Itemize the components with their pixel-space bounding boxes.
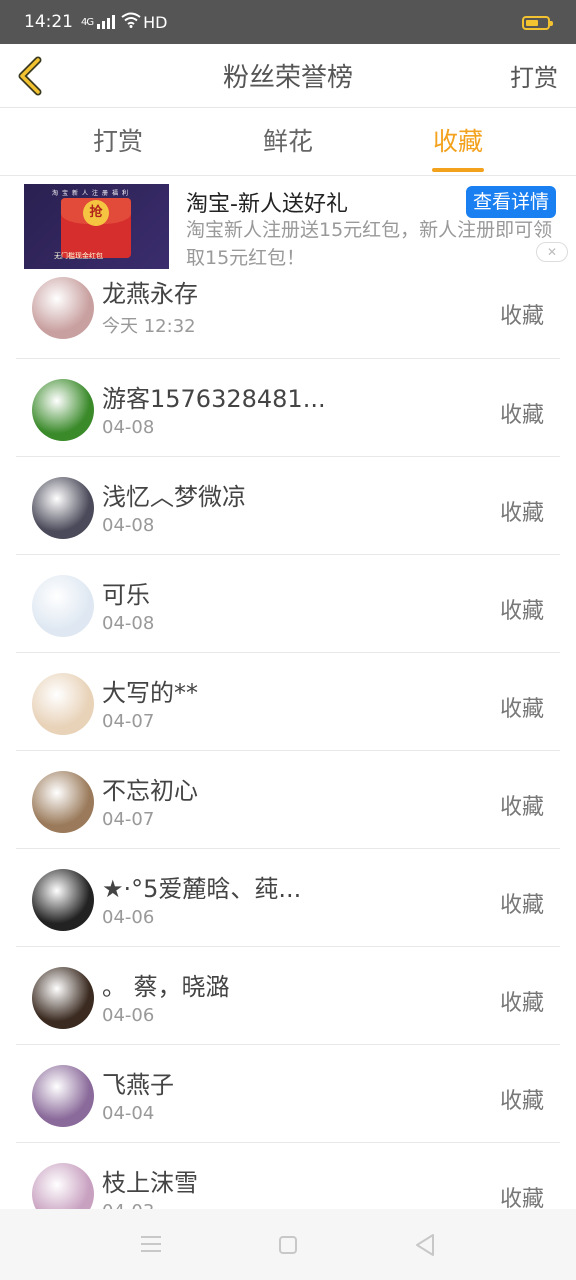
list-item[interactable]: 可乐 04-08 收藏 (16, 555, 560, 653)
user-name: 龙燕永存 (102, 280, 198, 308)
fans-list: 龙燕永存 今天 12:32 收藏 游客1576328481... 04-08 收藏 浅忆︿梦… (0, 272, 576, 1241)
tab-flowers[interactable]: 鲜花 (203, 108, 373, 175)
ad-description[interactable]: 淘宝新人注册送15元红包，新人注册即可领取15元红包！ (186, 216, 566, 272)
action-label: 收藏 (499, 501, 544, 526)
hd-indicator: HD (143, 12, 168, 32)
reward-button[interactable]: 打赏 (510, 58, 558, 93)
date: 04-06 (102, 907, 155, 928)
list-item[interactable]: 飞燕子 04-04 收藏 (16, 1045, 560, 1143)
date: 04-04 (102, 1103, 155, 1124)
date: 今天 12:32 (102, 316, 196, 337)
avatar[interactable] (32, 277, 94, 339)
menu-icon[interactable] (141, 1236, 161, 1252)
avatar[interactable] (32, 869, 94, 931)
list-item[interactable]: 龙燕永存今天 12:32 收藏 (16, 272, 560, 359)
ad-image-coin: 抢 (83, 200, 109, 226)
date: 04-07 (102, 711, 155, 732)
network-type: 4G (81, 16, 94, 28)
avatar[interactable] (32, 967, 94, 1029)
user-name: 飞燕子 (102, 1071, 174, 1099)
ad-banner[interactable]: 淘宝新人注册福利 抢 无门槛现金红包 淘宝-新人送好礼 淘宝新人注册送15元红包… (0, 176, 576, 272)
title-bar: 粉丝荣誉榜 打赏 (0, 44, 576, 108)
battery-icon (522, 16, 553, 30)
page-title: 粉丝荣誉榜 (222, 63, 353, 93)
avatar[interactable] (32, 379, 94, 441)
user-name: 可乐 (102, 581, 150, 609)
user-name: 。 蔡，晓潞 (102, 973, 230, 1001)
action-label: 收藏 (499, 1089, 544, 1114)
list-item[interactable]: 浅忆︿梦微凉 04-08 收藏 (16, 457, 560, 555)
back-triangle-icon[interactable] (414, 1233, 436, 1257)
avatar[interactable] (32, 477, 94, 539)
list-item[interactable]: 大写的** 04-07 收藏 (16, 653, 560, 751)
avatar[interactable] (32, 673, 94, 735)
date: 04-08 (102, 417, 155, 438)
user-name: 枝上沫雪 (102, 1169, 198, 1197)
ad-image-top-text: 淘宝新人注册福利 (52, 190, 133, 197)
ad-title[interactable]: 淘宝-新人送好礼 (186, 186, 348, 218)
user-name: ★·°5爱麓晗、莼... (102, 875, 302, 903)
date: 04-08 (102, 613, 155, 634)
close-icon[interactable]: ✕ (536, 242, 568, 262)
ad-image[interactable]: 淘宝新人注册福利 抢 无门槛现金红包 (24, 184, 169, 269)
home-icon[interactable] (279, 1236, 297, 1254)
wifi-icon (121, 12, 141, 32)
user-name: 不忘初心 (102, 777, 198, 805)
chevron-left-icon (18, 56, 42, 96)
back-button[interactable] (14, 54, 54, 98)
list-item[interactable]: 游客1576328481... 04-08 收藏 (16, 359, 560, 457)
action-label: 收藏 (499, 991, 544, 1016)
action-label: 收藏 (499, 795, 544, 820)
action-label: 收藏 (499, 599, 544, 624)
action-label: 收藏 (499, 893, 544, 918)
signal-icon (97, 15, 116, 29)
list-item[interactable]: 。 蔡，晓潞 04-06 收藏 (16, 947, 560, 1045)
tab-bar: 打赏 鲜花 收藏 (0, 108, 576, 176)
user-name: 游客1576328481... (102, 385, 326, 413)
date: 04-08 (102, 515, 155, 536)
ad-image-bottom-text: 无门槛现金红包 (54, 252, 103, 260)
user-name: 浅忆︿梦微凉 (102, 483, 246, 511)
list-item[interactable]: ★·°5爱麓晗、莼... 04-06 收藏 (16, 849, 560, 947)
status-bar: 14:21 4G HD (0, 0, 576, 44)
date: 04-06 (102, 1005, 155, 1026)
user-name: 大写的** (102, 679, 198, 707)
ad-details-button[interactable]: 查看详情 (466, 186, 556, 218)
action-label: 收藏 (499, 304, 544, 329)
date: 04-07 (102, 809, 155, 830)
action-label: 收藏 (499, 697, 544, 722)
avatar[interactable] (32, 771, 94, 833)
status-time: 14:21 (24, 12, 73, 32)
avatar[interactable] (32, 575, 94, 637)
action-label: 收藏 (499, 403, 544, 428)
list-item[interactable]: 不忘初心 04-07 收藏 (16, 751, 560, 849)
tab-reward[interactable]: 打赏 (33, 108, 203, 175)
system-nav-bar (0, 1209, 576, 1280)
avatar[interactable] (32, 1065, 94, 1127)
tab-favorites[interactable]: 收藏 (373, 108, 543, 175)
